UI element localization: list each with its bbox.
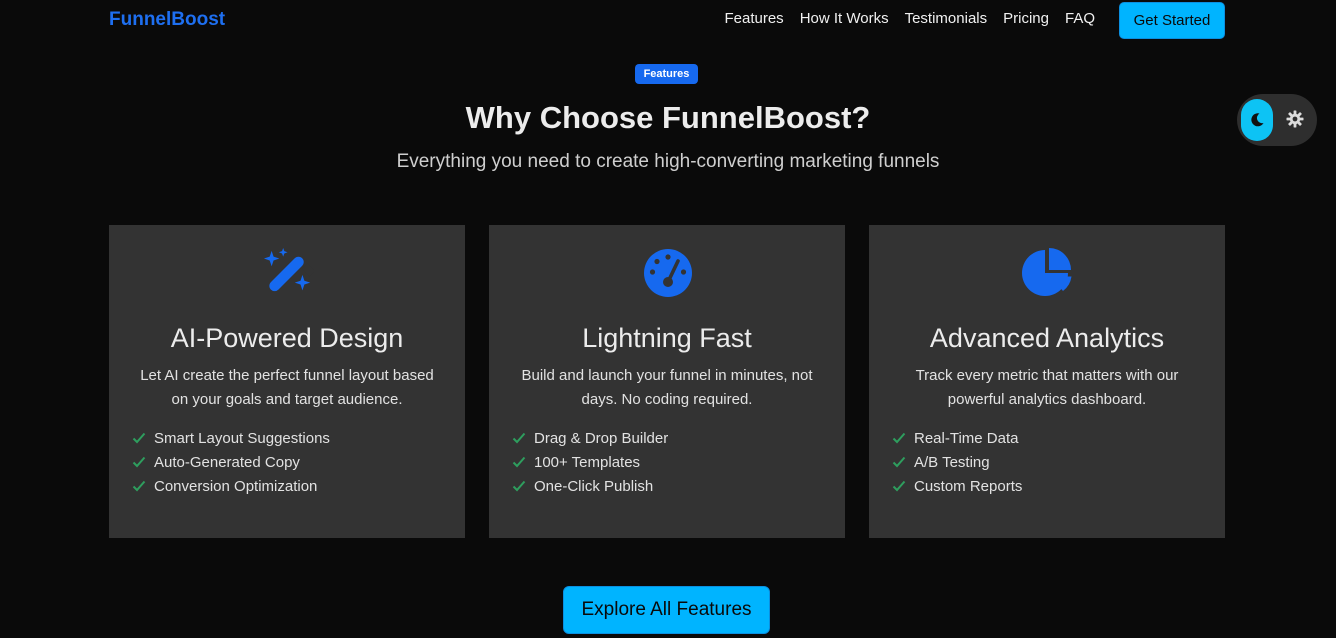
feature-label: A/B Testing [914, 453, 990, 471]
list-item: 100+ Templates [512, 450, 668, 474]
nav-link-how-it-works[interactable]: How It Works [800, 10, 889, 27]
card-feature-list: Real-Time Data A/B Testing Custom Report… [892, 426, 1022, 498]
feature-label: One-Click Publish [534, 477, 654, 495]
check-icon [132, 432, 154, 444]
brand-logo[interactable]: FunnelBoost [109, 9, 225, 31]
list-item: Conversion Optimization [132, 474, 330, 498]
nav-item-testimonials: Testimonials [905, 10, 988, 28]
card-title: AI-Powered Design [170, 323, 404, 353]
nav-link-features[interactable]: Features [724, 10, 783, 27]
magic-wand-icon [263, 247, 314, 292]
list-item: A/B Testing [892, 450, 1022, 474]
top-navbar: FunnelBoost Features How It Works Testim… [0, 0, 1336, 42]
feature-card-lightning-fast: Lightning Fast Build and launch your fun… [489, 225, 845, 538]
card-title: Advanced Analytics [929, 323, 1165, 353]
list-item: Auto-Generated Copy [132, 450, 330, 474]
feature-card-advanced-analytics: Advanced Analytics Track every metric th… [869, 225, 1225, 538]
nav-item-pricing: Pricing [1003, 10, 1049, 28]
feature-label: 100+ Templates [534, 453, 641, 471]
feature-label: Conversion Optimization [154, 477, 318, 495]
nav-item-features: Features [724, 10, 783, 28]
card-icon-wrapper [262, 247, 314, 299]
nav-link-pricing[interactable]: Pricing [1003, 10, 1049, 27]
list-item: Real-Time Data [892, 426, 1022, 450]
section-badge: Features [635, 64, 698, 84]
speedometer-icon [644, 249, 692, 297]
card-description: Let AI create the perfect funnel layout … [140, 367, 434, 408]
card-title: Lightning Fast [582, 323, 752, 353]
check-icon [892, 480, 914, 492]
card-icon-wrapper [642, 247, 694, 299]
nav-link-faq[interactable]: FAQ [1065, 10, 1095, 27]
nav-links: Features How It Works Testimonials Prici… [724, 10, 1095, 28]
nav-item-how-it-works: How It Works [800, 10, 889, 28]
check-icon [892, 432, 914, 444]
feature-card-ai-design: AI-Powered Design Let AI create the perf… [109, 225, 465, 538]
card-icon-wrapper [1022, 247, 1074, 299]
card-feature-list: Drag & Drop Builder 100+ Templates One-C… [512, 426, 668, 498]
list-item: Custom Reports [892, 474, 1022, 498]
check-icon [512, 456, 534, 468]
section-title: Why Choose FunnelBoost? [465, 100, 871, 135]
feature-label: Drag & Drop Builder [534, 429, 669, 447]
card-description: Build and launch your funnel in minutes,… [521, 367, 813, 408]
list-item: Smart Layout Suggestions [132, 426, 330, 450]
feature-label: Real-Time Data [914, 429, 1019, 447]
nav-item-faq: FAQ [1065, 10, 1095, 28]
check-icon [132, 480, 154, 492]
nav-link-testimonials[interactable]: Testimonials [905, 10, 988, 27]
feature-label: Smart Layout Suggestions [154, 429, 330, 447]
check-icon [892, 456, 914, 468]
card-description: Track every metric that matters with our… [915, 367, 1179, 408]
check-icon [512, 480, 534, 492]
section-subtitle: Everything you need to create high-conve… [396, 151, 940, 172]
list-item: One-Click Publish [512, 474, 668, 498]
page: FunnelBoost Features How It Works Testim… [0, 0, 1336, 638]
list-item: Drag & Drop Builder [512, 426, 668, 450]
get-started-button[interactable]: Get Started [1119, 2, 1225, 39]
pie-chart-icon [1022, 248, 1072, 296]
card-feature-list: Smart Layout Suggestions Auto-Generated … [132, 426, 330, 498]
feature-label: Auto-Generated Copy [154, 453, 300, 471]
check-icon [512, 432, 534, 444]
feature-label: Custom Reports [914, 477, 1023, 495]
explore-all-features-button[interactable]: Explore All Features [563, 586, 770, 634]
check-icon [132, 456, 154, 468]
